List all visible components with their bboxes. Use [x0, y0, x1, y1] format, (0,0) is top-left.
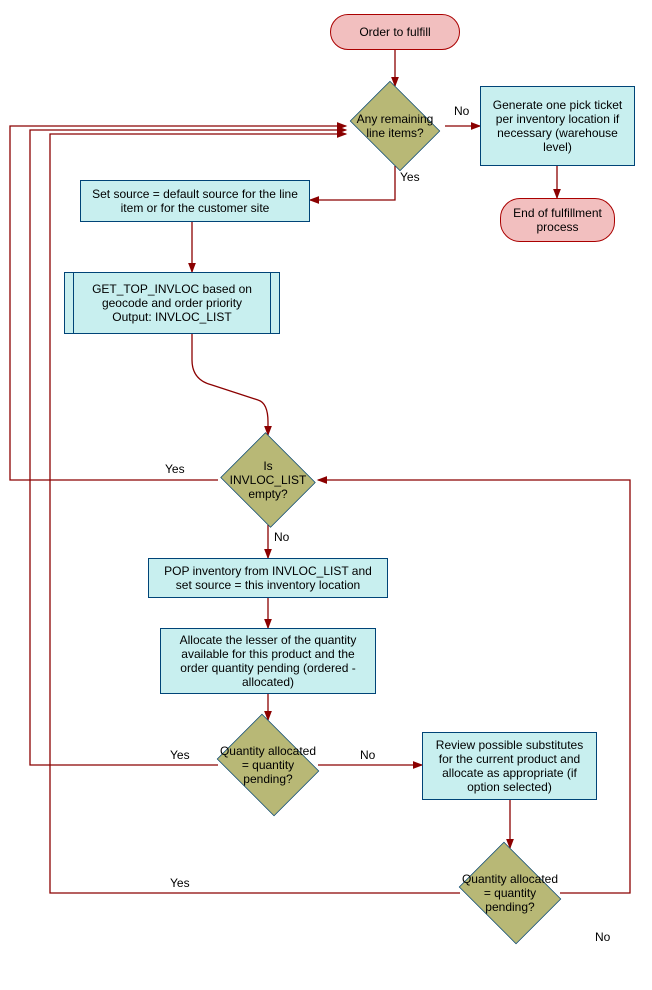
node-source-text: Set source = default source for the line…: [91, 187, 299, 215]
node-start-text: Order to fulfill: [359, 25, 430, 39]
node-gettop-text: GET_TOP_INVLOC based on geocode and orde…: [83, 282, 261, 324]
label-d2-no: No: [274, 530, 289, 544]
node-d4: Quantity allocated = quantity pending?: [453, 848, 567, 938]
node-subst-text: Review possible substitutes for the curr…: [433, 738, 586, 794]
node-d4-text: Quantity allocated = quantity pending?: [453, 872, 567, 914]
node-d2: Is INVLOC_LIST empty?: [218, 435, 318, 525]
node-d1-text: Any remaining line items?: [345, 112, 445, 140]
node-d3-text: Quantity allocated = quantity pending?: [211, 744, 325, 786]
node-ticket-text: Generate one pick ticket per inventory l…: [491, 98, 624, 154]
label-d1-no: No: [454, 104, 469, 118]
node-d1: Any remaining line items?: [345, 86, 445, 166]
label-d3-no: No: [360, 748, 375, 762]
node-end-text: End of fulfillment process: [509, 206, 606, 234]
node-source: Set source = default source for the line…: [80, 180, 310, 222]
label-d4-yes: Yes: [170, 876, 190, 890]
label-d4-no: No: [595, 930, 610, 944]
node-alloc: Allocate the lesser of the quantity avai…: [160, 628, 376, 694]
node-start: Order to fulfill: [330, 14, 460, 50]
node-pop: POP inventory from INVLOC_LIST and set s…: [148, 558, 388, 598]
label-d3-yes: Yes: [170, 748, 190, 762]
node-d3: Quantity allocated = quantity pending?: [211, 720, 325, 810]
node-d2-text: Is INVLOC_LIST empty?: [218, 459, 318, 501]
node-ticket: Generate one pick ticket per inventory l…: [480, 86, 635, 166]
node-gettop: GET_TOP_INVLOC based on geocode and orde…: [64, 272, 280, 334]
label-d1-yes: Yes: [400, 170, 420, 184]
node-subst: Review possible substitutes for the curr…: [422, 732, 597, 800]
node-pop-text: POP inventory from INVLOC_LIST and set s…: [159, 564, 377, 592]
node-end: End of fulfillment process: [500, 198, 615, 242]
label-d2-yes: Yes: [165, 462, 185, 476]
node-alloc-text: Allocate the lesser of the quantity avai…: [171, 633, 365, 689]
